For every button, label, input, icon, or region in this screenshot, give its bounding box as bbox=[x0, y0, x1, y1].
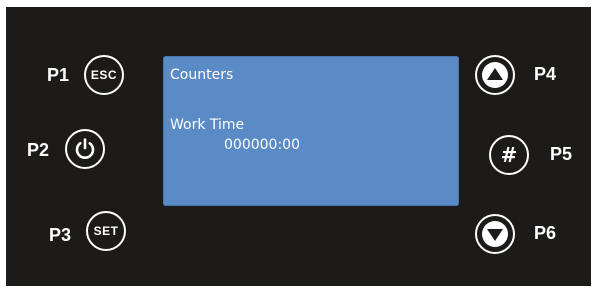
power-button[interactable] bbox=[65, 129, 105, 169]
esc-button[interactable]: ESC bbox=[84, 55, 124, 95]
hash-button[interactable]: # bbox=[489, 135, 529, 175]
p4-label: P4 bbox=[534, 64, 557, 84]
display-title: Counters bbox=[170, 67, 234, 83]
control-panel: Counters Work Time 000000:00 P1 ESC P2 P… bbox=[6, 7, 591, 286]
lcd-display: Counters Work Time 000000:00 bbox=[163, 56, 459, 206]
p5-label: P5 bbox=[550, 144, 573, 164]
display-value: 000000:00 bbox=[224, 137, 300, 153]
up-button[interactable] bbox=[475, 55, 515, 95]
p1-label: P1 bbox=[47, 65, 70, 85]
down-button[interactable] bbox=[475, 214, 515, 254]
power-icon bbox=[75, 138, 95, 159]
set-button[interactable]: SET bbox=[86, 211, 126, 251]
up-arrow-icon bbox=[482, 62, 508, 88]
esc-button-label: ESC bbox=[90, 68, 118, 82]
hash-button-label: # bbox=[500, 143, 518, 167]
p3-label: P3 bbox=[49, 225, 72, 245]
down-arrow-icon bbox=[482, 221, 508, 247]
p6-label: P6 bbox=[534, 223, 557, 243]
p2-label: P2 bbox=[27, 140, 50, 160]
display-label: Work Time bbox=[170, 117, 245, 133]
set-button-label: SET bbox=[93, 224, 119, 238]
